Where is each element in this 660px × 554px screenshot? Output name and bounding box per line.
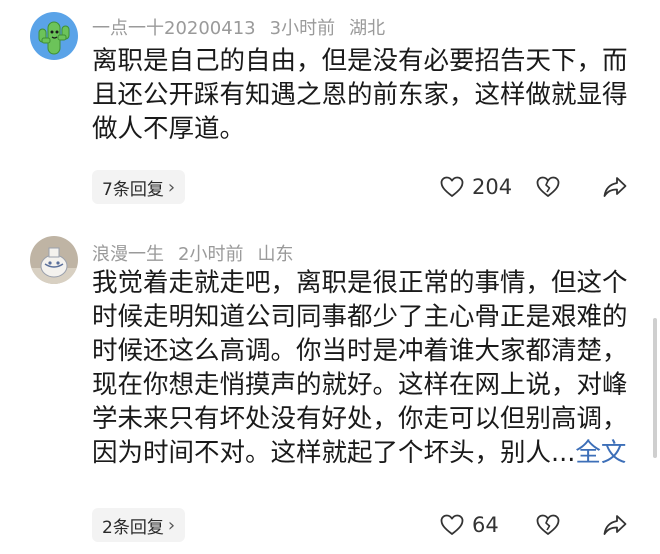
broken-heart-icon: [536, 176, 560, 198]
like-count: 64: [472, 513, 499, 537]
comment-line: 时候走明知道公司同事都少了主心骨正是艰难的: [92, 302, 628, 332]
share-arrow-icon: [603, 176, 627, 198]
like-button[interactable]: 204: [440, 170, 512, 204]
comment-actions: 64: [0, 508, 660, 542]
comment-meta: 一点一十20200413 3小时前 湖北: [92, 14, 399, 40]
comment-line: 且还公开踩有知遇之恩的前东家，这样做就显得: [92, 80, 628, 110]
comment-line: 现在你想走悄摸声的就好。这样在网上说，对峰: [92, 370, 628, 400]
comment-line: 做人不厚道。: [92, 114, 246, 144]
comment-text[interactable]: 离职是自己的自由，但是没有必要招告天下，而 且还公开踩有知遇之恩的前东家，这样做…: [92, 44, 640, 146]
dislike-button[interactable]: [536, 508, 560, 542]
comment-meta: 浪漫一生 2小时前 山东: [92, 240, 307, 266]
comment-location: 湖北: [349, 18, 386, 39]
dislike-button[interactable]: [536, 170, 560, 204]
comment-time: 2小时前: [178, 244, 244, 265]
full-text-link[interactable]: 全文: [575, 438, 626, 468]
comment-line: 时候还这么高调。你当时是冲着谁大家都清楚，: [92, 336, 628, 366]
share-button[interactable]: [603, 508, 627, 542]
scrollbar-thumb[interactable]: [653, 318, 657, 458]
like-count: 204: [472, 175, 513, 199]
comment-line: 离职是自己的自由，但是没有必要招告天下，而: [92, 46, 628, 76]
username[interactable]: 浪漫一生: [92, 244, 164, 265]
truncated-text: 因为时间不对。这样就起了个坏头，别人...: [92, 438, 576, 468]
comment-time: 3小时前: [269, 18, 336, 39]
share-button[interactable]: [603, 170, 627, 204]
heart-outline-icon: [440, 514, 464, 536]
comment-actions: 204: [0, 170, 660, 204]
cactus-avatar-icon[interactable]: [30, 12, 78, 60]
share-arrow-icon: [603, 514, 627, 536]
vase-avatar-icon[interactable]: [30, 236, 78, 284]
heart-outline-icon: [440, 176, 464, 198]
comment-line-last: 因为时间不对。这样就起了个坏头，别人...全文: [92, 436, 640, 470]
comment-line: 我觉着走就走吧，离职是很正常的事情，但这个: [92, 268, 628, 298]
comment-location: 山东: [257, 244, 294, 265]
broken-heart-icon: [536, 514, 560, 536]
username[interactable]: 一点一十20200413: [92, 18, 256, 39]
comment-text[interactable]: 我觉着走就走吧，离职是很正常的事情，但这个 时候走明知道公司同事都少了主心骨正是…: [92, 266, 640, 470]
like-button[interactable]: 64: [440, 508, 499, 542]
comment-line: 学未来只有坏处没有好处，你走可以但别高调，: [92, 404, 628, 434]
